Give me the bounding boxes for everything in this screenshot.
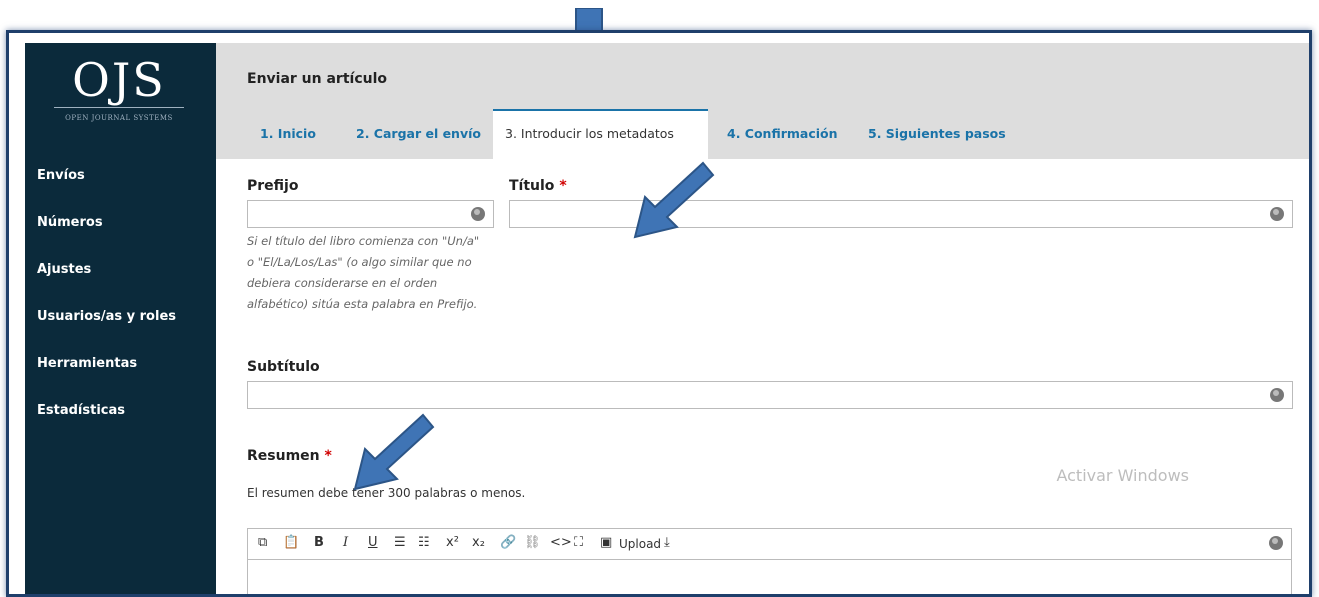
windows-activation-watermark: Activar Windows <box>1056 466 1189 485</box>
subtitle-input[interactable] <box>247 381 1293 409</box>
logo-subtitle: OPEN JOURNAL SYSTEMS <box>65 114 173 122</box>
link-icon[interactable]: 🔗 <box>500 535 516 550</box>
superscript-icon[interactable]: x² <box>446 535 459 550</box>
download-icon[interactable]: ⤓ <box>664 535 670 550</box>
image-icon[interactable]: ▣ <box>600 535 612 550</box>
bullet-list-icon[interactable]: ☰ <box>394 535 406 550</box>
title-label: Título * <box>509 178 567 194</box>
upload-button[interactable]: Upload <box>619 537 661 551</box>
globe-icon[interactable] <box>1270 207 1284 221</box>
tab-inicio[interactable]: 1. Inicio <box>260 109 316 159</box>
subscript-icon[interactable]: x₂ <box>472 535 485 550</box>
ojs-logo[interactable]: OJS OPEN JOURNAL SYSTEMS <box>49 55 189 155</box>
numbered-list-icon[interactable]: ☷ <box>418 535 430 550</box>
abstract-editor[interactable] <box>247 560 1292 594</box>
prefix-input[interactable] <box>247 200 494 228</box>
prefix-hint: Si el título del libro comienza con "Un/… <box>247 234 480 311</box>
tab-siguientes-pasos[interactable]: 5. Siguientes pasos <box>868 109 1006 159</box>
copy-icon[interactable]: ⧉ <box>258 535 267 550</box>
sidebar: OJS OPEN JOURNAL SYSTEMS Envíos Números … <box>25 43 216 594</box>
logo-text: OJS <box>72 53 166 107</box>
globe-icon[interactable] <box>1269 536 1283 550</box>
globe-icon[interactable] <box>1270 388 1284 402</box>
page-header: Enviar un artículo 1. Inicio 2. Cargar e… <box>216 43 1309 159</box>
unlink-icon[interactable]: ⛓ <box>524 535 541 550</box>
code-icon[interactable]: <> <box>550 535 572 550</box>
sidebar-item-herramientas[interactable]: Herramientas <box>25 351 216 398</box>
italic-icon[interactable]: I <box>343 535 348 550</box>
tab-confirmacion[interactable]: 4. Confirmación <box>727 109 838 159</box>
sidebar-item-usuarios[interactable]: Usuarios/as y roles <box>25 304 216 351</box>
metadata-form: Prefijo Si el título del libro comienza … <box>216 159 1309 594</box>
sidebar-item-ajustes[interactable]: Ajustes <box>25 257 216 304</box>
underline-icon[interactable]: U <box>368 535 378 550</box>
bold-icon[interactable]: B <box>314 535 324 550</box>
annotation-arrow-title <box>633 161 715 239</box>
sidebar-item-envios[interactable]: Envíos <box>25 163 216 210</box>
annotation-arrow-abstract <box>353 413 435 491</box>
fullscreen-icon[interactable]: ⛶ <box>574 535 583 550</box>
sidebar-item-numeros[interactable]: Números <box>25 210 216 257</box>
abstract-label: Resumen * <box>247 448 332 464</box>
tab-metadatos[interactable]: 3. Introducir los metadatos <box>493 109 708 159</box>
editor-toolbar: ⧉ 📋 B I U ☰ ☷ x² x₂ 🔗 ⛓ <> ⛶ ▣ Upload ⤓ <box>247 528 1292 560</box>
subtitle-label: Subtítulo <box>247 359 320 375</box>
tab-cargar-envio[interactable]: 2. Cargar el envío <box>356 109 481 159</box>
prefix-label: Prefijo <box>247 178 299 194</box>
globe-icon[interactable] <box>471 207 485 221</box>
sidebar-item-estadisticas[interactable]: Estadísticas <box>25 398 216 445</box>
paste-icon[interactable]: 📋 <box>283 535 299 550</box>
sidebar-nav: Envíos Números Ajustes Usuarios/as y rol… <box>25 163 216 445</box>
page-title: Enviar un artículo <box>247 71 388 87</box>
app-window: OJS OPEN JOURNAL SYSTEMS Envíos Números … <box>6 30 1312 597</box>
